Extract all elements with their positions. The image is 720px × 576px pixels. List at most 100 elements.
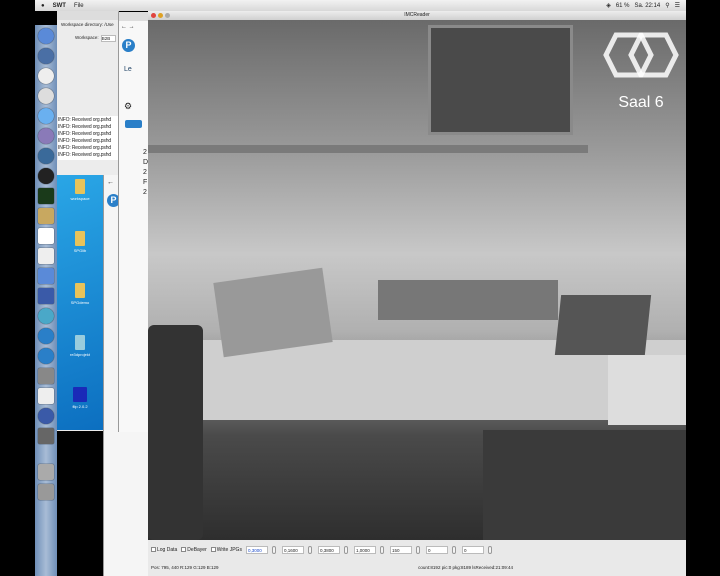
log-line: INFO: Received org.pshd — [58, 152, 111, 158]
laptop — [554, 295, 652, 355]
apple-icon[interactable]: ● — [41, 3, 45, 9]
menu-file[interactable]: File — [74, 3, 84, 9]
window-title: IMCReader — [404, 12, 430, 18]
workspace-input[interactable]: B2B — [100, 35, 116, 42]
stepper[interactable] — [343, 545, 348, 554]
app-icon[interactable] — [38, 268, 54, 284]
app-icon[interactable] — [38, 428, 54, 444]
chair — [148, 325, 203, 540]
app-icon[interactable] — [38, 128, 54, 144]
camera-video-view[interactable]: Saal 6 — [148, 20, 686, 540]
app-icon[interactable] — [38, 368, 54, 384]
app-logo: P — [122, 39, 135, 52]
param-field-4[interactable]: 1,0000 — [353, 545, 376, 554]
param-field-3[interactable]: 0,3800 — [317, 545, 340, 554]
terminal-icon[interactable] — [38, 188, 54, 204]
param-field-6[interactable]: 0 — [425, 545, 448, 554]
folder-icon — [75, 231, 85, 246]
window-titlebar — [119, 12, 148, 21]
param-field-2[interactable]: 0,1600 — [281, 545, 304, 554]
close-button[interactable] — [151, 13, 156, 18]
app-icon[interactable] — [38, 408, 54, 424]
menu-bar: ● SWT File ◈ 61 % Sa. 22:14 ⚲ ☰ — [35, 0, 686, 11]
log-line: INFO: Received org.pshd — [58, 117, 111, 123]
stepper[interactable] — [307, 545, 312, 554]
logo-mark-icon — [603, 32, 679, 78]
packet-status: count:8192 pic:0 pkg:8189 lsReceived:21:… — [418, 564, 513, 570]
write-jpgs-checkbox[interactable]: Write JPGs — [210, 547, 242, 553]
dock — [35, 25, 57, 576]
log-line: INFO: Received org.pshd — [58, 131, 111, 137]
pixel-position-readout: Pos: 795, 440 R:129 G:129 B:129 — [151, 564, 219, 570]
messages-icon[interactable] — [38, 108, 54, 124]
desktop-icon-spglib[interactable]: SPGlib — [57, 231, 103, 279]
param-field-1[interactable]: 0,3000 — [245, 545, 268, 554]
safari-icon[interactable] — [38, 48, 54, 64]
imcreader-window: IMCReader Saal 6 Log Data DeBayer Write … — [148, 11, 686, 576]
workspace-dir-label: Workspace directory: /Use — [61, 22, 114, 27]
blue-button[interactable] — [125, 120, 142, 128]
downloads-icon[interactable] — [38, 464, 54, 480]
stepper[interactable] — [271, 545, 276, 554]
cardboard-box — [213, 267, 333, 358]
windows-desktop: workspace SPGlib SPGdemo re3dprojekt fli… — [57, 175, 103, 430]
stepper[interactable] — [415, 545, 420, 554]
desktop-icon-workspace[interactable]: workspace — [57, 179, 103, 227]
saal-6-logo: Saal 6 — [596, 30, 686, 140]
finder-icon[interactable] — [38, 28, 54, 44]
log-data-checkbox[interactable]: Log Data — [151, 547, 177, 553]
log-line: INFO: Received org.pshd — [58, 145, 111, 151]
nav-back-forward[interactable]: ← → — [119, 21, 148, 33]
param-field-5[interactable]: 150 — [389, 545, 412, 554]
folder-icon — [75, 283, 85, 298]
controls-bar: Log Data DeBayer Write JPGs 0,3000 0,160… — [148, 541, 686, 558]
app-icon[interactable] — [38, 148, 54, 164]
side-table — [483, 430, 686, 540]
app-icon[interactable] — [38, 308, 54, 324]
app-icon[interactable] — [38, 88, 54, 104]
log-line: INFO: Received org.pshd — [58, 124, 111, 130]
browser-window: ← → P Le ⚙ 2 D 2 F 2 — [118, 12, 148, 432]
zoom-button[interactable] — [165, 13, 170, 18]
folder-icon — [75, 179, 85, 194]
window-titlebar: IMCReader — [148, 11, 686, 20]
menu-app[interactable]: SWT — [53, 3, 66, 9]
stepper[interactable] — [379, 545, 384, 554]
list-icon[interactable]: ☰ — [675, 2, 680, 9]
file-icon — [75, 335, 85, 350]
spotlight-icon[interactable]: ⚲ — [665, 2, 669, 9]
white-box — [608, 355, 686, 425]
microwave-oven — [428, 25, 573, 135]
param-field-7[interactable]: 0 — [461, 545, 484, 554]
log-line: INFO: Received org.pshd — [58, 138, 111, 144]
trash-icon[interactable] — [38, 484, 54, 500]
wifi-icon[interactable]: ◈ — [606, 2, 611, 9]
stepper[interactable] — [451, 545, 456, 554]
shelf — [148, 145, 588, 153]
desktop-icon-re3dprojekt[interactable]: re3dprojekt — [57, 335, 103, 383]
nav-link[interactable]: Le — [119, 58, 148, 81]
workspace-label: Workspace: — [75, 35, 99, 40]
stepper[interactable] — [487, 545, 492, 554]
desktop-icon-spgdemo[interactable]: SPGdemo — [57, 283, 103, 331]
textedit-icon[interactable] — [38, 388, 54, 404]
window-titlebar — [57, 11, 118, 20]
status-bar: Pos: 795, 440 R:129 G:129 B:129 count:81… — [148, 560, 686, 574]
app-p-icon[interactable] — [38, 348, 54, 364]
app-icon[interactable] — [38, 168, 54, 184]
app-icon[interactable] — [38, 68, 54, 84]
minimize-button[interactable] — [158, 13, 163, 18]
debayer-checkbox[interactable]: DeBayer — [181, 547, 207, 553]
battery-label[interactable]: 61 % — [616, 3, 630, 9]
calendar-icon[interactable] — [38, 228, 54, 244]
power-strip-panel — [378, 280, 558, 320]
desktop-icon-flip[interactable]: flip 2.0.2 — [57, 387, 103, 435]
clock[interactable]: Sa. 22:14 — [635, 3, 661, 9]
chrome-icon[interactable] — [38, 328, 54, 344]
notes-icon[interactable] — [38, 248, 54, 264]
app-icon[interactable] — [38, 208, 54, 224]
log-output: INFO: Received org.pshd INFO: Received o… — [58, 116, 118, 160]
settings-icon[interactable]: ⚙ — [124, 101, 143, 112]
app-icon[interactable] — [38, 288, 54, 304]
flip-app-icon — [73, 387, 87, 402]
